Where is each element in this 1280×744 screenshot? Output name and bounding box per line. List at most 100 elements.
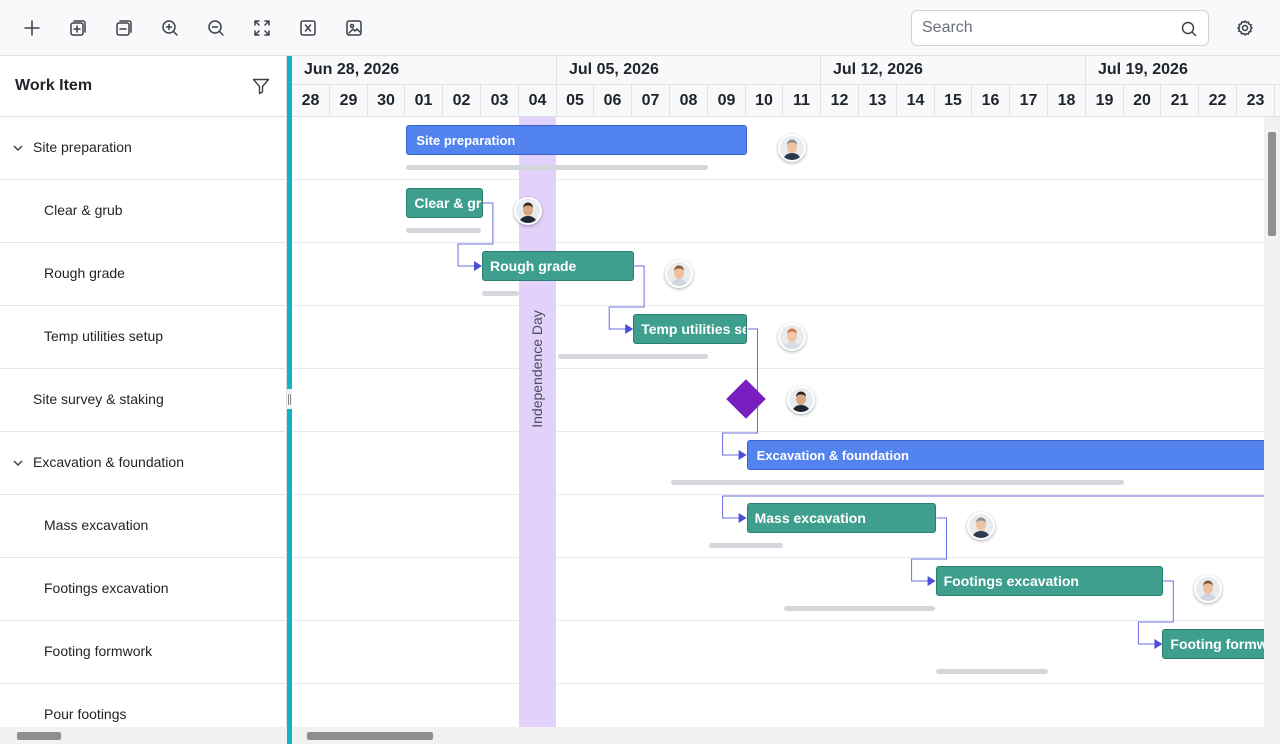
settings-button[interactable] [1229, 12, 1261, 44]
splitter-handle[interactable] [288, 394, 291, 405]
filter-icon[interactable] [251, 76, 271, 96]
grid-row[interactable]: Rough grade [0, 243, 287, 306]
resource-avatar[interactable] [513, 197, 542, 225]
summary-bar[interactable]: Site preparation [406, 125, 748, 155]
timeline-day: 29 [330, 85, 368, 117]
day-label: 01 [414, 92, 433, 109]
day-label: 03 [490, 92, 509, 109]
day-label: 23 [1246, 92, 1265, 109]
day-label: 21 [1170, 92, 1189, 109]
timeline-day: 21 [1161, 85, 1199, 117]
timeline-day: 30 [368, 85, 405, 117]
work-item-name: Clear & grub [44, 202, 123, 218]
day-label: 09 [717, 92, 736, 109]
task-bar[interactable]: Temp utilities setup [633, 314, 748, 344]
gear-icon [1237, 20, 1253, 36]
collapse-all-icon [116, 20, 132, 36]
work-item-name: Excavation & foundation [33, 454, 184, 470]
timeline-day: 13 [859, 85, 897, 117]
task-bar[interactable]: Rough grade [482, 251, 635, 281]
week-label: Jul 05, 2026 [569, 61, 659, 78]
grid-row[interactable]: Footings excavation [0, 558, 287, 621]
grid-row[interactable]: Clear & grub [0, 180, 287, 243]
resource-avatar[interactable] [778, 134, 807, 162]
timeline-day: 12 [821, 85, 859, 117]
day-label: 17 [1019, 92, 1038, 109]
timeline-day: 01 [405, 85, 443, 117]
task-bar-label: Excavation & foundation [756, 447, 909, 463]
resource-avatar[interactable] [967, 512, 996, 540]
timeline-day: 07 [632, 85, 670, 117]
row-separator [292, 683, 1280, 684]
column-header-work-item[interactable]: Work Item [15, 77, 92, 95]
day-label: 07 [641, 92, 660, 109]
timeline-day: 17 [1010, 85, 1048, 117]
expand-all-button[interactable] [62, 12, 94, 44]
timeline-day: 09 [708, 85, 746, 117]
collapse-all-button[interactable] [108, 12, 140, 44]
summary-bar[interactable]: Excavation & foundation [746, 440, 1280, 470]
row-separator [292, 431, 1280, 432]
day-label: 30 [377, 92, 395, 109]
timeline-week: Jul 05, 2026 [557, 56, 821, 85]
task-bar[interactable]: Mass excavation [746, 503, 937, 533]
chevron-down-icon[interactable] [12, 141, 24, 153]
add-task-button[interactable] [16, 12, 48, 44]
task-bar[interactable]: Footing formwork [1162, 629, 1280, 659]
zoom-out-icon [208, 20, 224, 36]
grid-row[interactable]: Mass excavation [0, 495, 287, 558]
grid-row[interactable]: Site preparation [0, 117, 287, 180]
resource-avatar[interactable] [1194, 575, 1223, 603]
search-box[interactable] [911, 10, 1209, 46]
week-label: Jun 28, 2026 [304, 61, 400, 78]
grid-scrollbar-thumb[interactable] [17, 732, 61, 740]
search-icon[interactable] [1180, 20, 1198, 38]
day-label: 13 [868, 92, 887, 109]
grid-row[interactable]: Footing formwork [0, 621, 287, 684]
grid-horizontal-scrollbar[interactable] [0, 727, 287, 744]
grid-row[interactable]: Excavation & foundation [0, 432, 287, 495]
baseline-bar [557, 354, 708, 359]
task-bar[interactable]: Clear & grub [406, 188, 483, 218]
plus-icon [24, 20, 40, 36]
day-label: 20 [1133, 92, 1151, 109]
zoom-out-button[interactable] [200, 12, 232, 44]
search-input[interactable] [922, 18, 1172, 38]
task-bar-label: Clear & grub [414, 195, 482, 211]
dependency-arrow [738, 450, 747, 460]
resource-avatar[interactable] [665, 260, 694, 288]
zoom-in-button[interactable] [154, 12, 186, 44]
row-separator [292, 305, 1280, 306]
task-bar[interactable]: Footings excavation [935, 566, 1164, 596]
timeline-day: 08 [670, 85, 708, 117]
export-image-button[interactable] [338, 12, 370, 44]
work-item-name: Site survey & staking [33, 391, 164, 407]
vertical-scrollbar[interactable] [1264, 117, 1280, 727]
row-separator [292, 557, 1280, 558]
chevron-down-icon[interactable] [12, 456, 24, 468]
work-item-name: Mass excavation [44, 517, 149, 533]
image-export-icon [346, 20, 362, 36]
vertical-scrollbar-thumb[interactable] [1268, 132, 1276, 236]
expand-all-icon [70, 20, 86, 36]
resource-avatar[interactable] [786, 386, 815, 414]
day-label: 11 [793, 92, 810, 109]
toolbar [0, 0, 1280, 56]
milestone-diamond[interactable] [725, 379, 766, 419]
grid-row[interactable]: Site survey & staking [0, 369, 287, 432]
day-label: 19 [1095, 92, 1114, 109]
fit-to-screen-button[interactable] [246, 12, 278, 44]
export-excel-button[interactable] [292, 12, 324, 44]
chart-horizontal-scrollbar[interactable] [292, 727, 1280, 744]
day-label: 22 [1208, 92, 1227, 109]
day-label: 04 [528, 92, 547, 109]
resource-avatar[interactable] [778, 323, 807, 351]
grid-row[interactable]: Temp utilities setup [0, 306, 287, 369]
work-item-name: Site preparation [33, 139, 132, 155]
task-bar-label: Footings excavation [943, 573, 1079, 589]
baseline-bar [482, 291, 519, 296]
day-label: 14 [906, 92, 925, 109]
timeline-day: 28 [292, 85, 330, 117]
timeline-week: Jul 12, 2026 [821, 56, 1086, 85]
chart-scrollbar-thumb[interactable] [307, 732, 433, 740]
